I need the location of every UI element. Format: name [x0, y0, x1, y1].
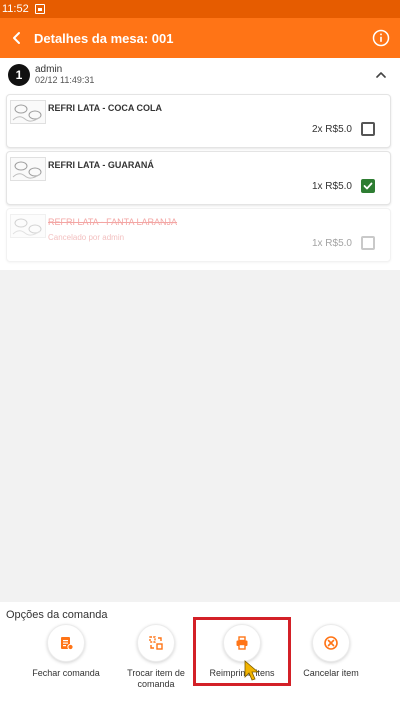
items-list: REFRI LATA - COCA COLA 2x R$5.0 REFRI LA…: [0, 92, 400, 270]
transfer-item-label: Trocar item de comanda: [127, 668, 185, 689]
back-button[interactable]: [0, 18, 34, 58]
cancel-item-label: Cancelar item: [303, 668, 359, 678]
info-icon: [372, 29, 390, 47]
product-image-icon: [10, 214, 46, 238]
item-checkbox[interactable]: [361, 122, 375, 136]
item-name: REFRI LATA - COCA COLA: [48, 103, 162, 113]
order-number-badge: 1: [8, 64, 30, 86]
checkmark-icon: [363, 182, 373, 190]
cancel-circle-icon: [324, 636, 338, 650]
item-quantity-price: 1x R$5.0: [311, 181, 352, 192]
item-checkbox[interactable]: [361, 179, 375, 193]
order-user: admin: [35, 64, 63, 75]
collapse-button[interactable]: [374, 68, 388, 82]
transfer-item-button[interactable]: Trocar item de comanda: [116, 624, 196, 690]
item-name: REFRI LATA - GUARANÁ: [48, 160, 154, 170]
item-quantity-price: 2x R$5.0: [311, 124, 352, 135]
chevron-up-icon: [376, 72, 386, 78]
app-bar: Detalhes da mesa: 001: [0, 18, 400, 58]
swap-icon: [149, 636, 163, 650]
status-bar: 11:52: [0, 0, 400, 18]
close-order-button[interactable]: Fechar comanda: [26, 624, 106, 679]
receipt-icon: [61, 637, 74, 651]
product-image-icon: [10, 157, 46, 181]
list-item[interactable]: REFRI LATA - COCA COLA 2x R$5.0: [6, 94, 391, 148]
image-notification-icon: [34, 4, 45, 14]
order-datetime: 02/12 11:49:31: [35, 75, 95, 85]
cursor-icon: [244, 660, 260, 681]
order-header[interactable]: 1 admin 02/12 11:49:31: [0, 58, 400, 92]
chevron-left-icon: [13, 32, 20, 44]
status-time: 11:52: [2, 3, 29, 15]
page-title: Detalhes da mesa: 001: [34, 30, 174, 46]
item-checkbox: [361, 236, 375, 250]
highlight-annotation: [193, 617, 291, 686]
info-button[interactable]: [372, 29, 390, 47]
cancel-item-button[interactable]: Cancelar item: [291, 624, 371, 679]
item-name: REFRI LATA - FANTA LARANJA: [48, 217, 178, 227]
options-title: Opções da comanda: [6, 609, 108, 621]
close-order-label: Fechar comanda: [32, 668, 100, 678]
item-cancel-note: Cancelado por admin: [48, 233, 125, 242]
item-quantity-price: 1x R$5.0: [311, 238, 352, 249]
list-item[interactable]: REFRI LATA - GUARANÁ 1x R$5.0: [6, 151, 391, 205]
product-image-icon: [10, 100, 46, 124]
list-item-cancelled: REFRI LATA - FANTA LARANJA Cancelado por…: [6, 208, 391, 262]
